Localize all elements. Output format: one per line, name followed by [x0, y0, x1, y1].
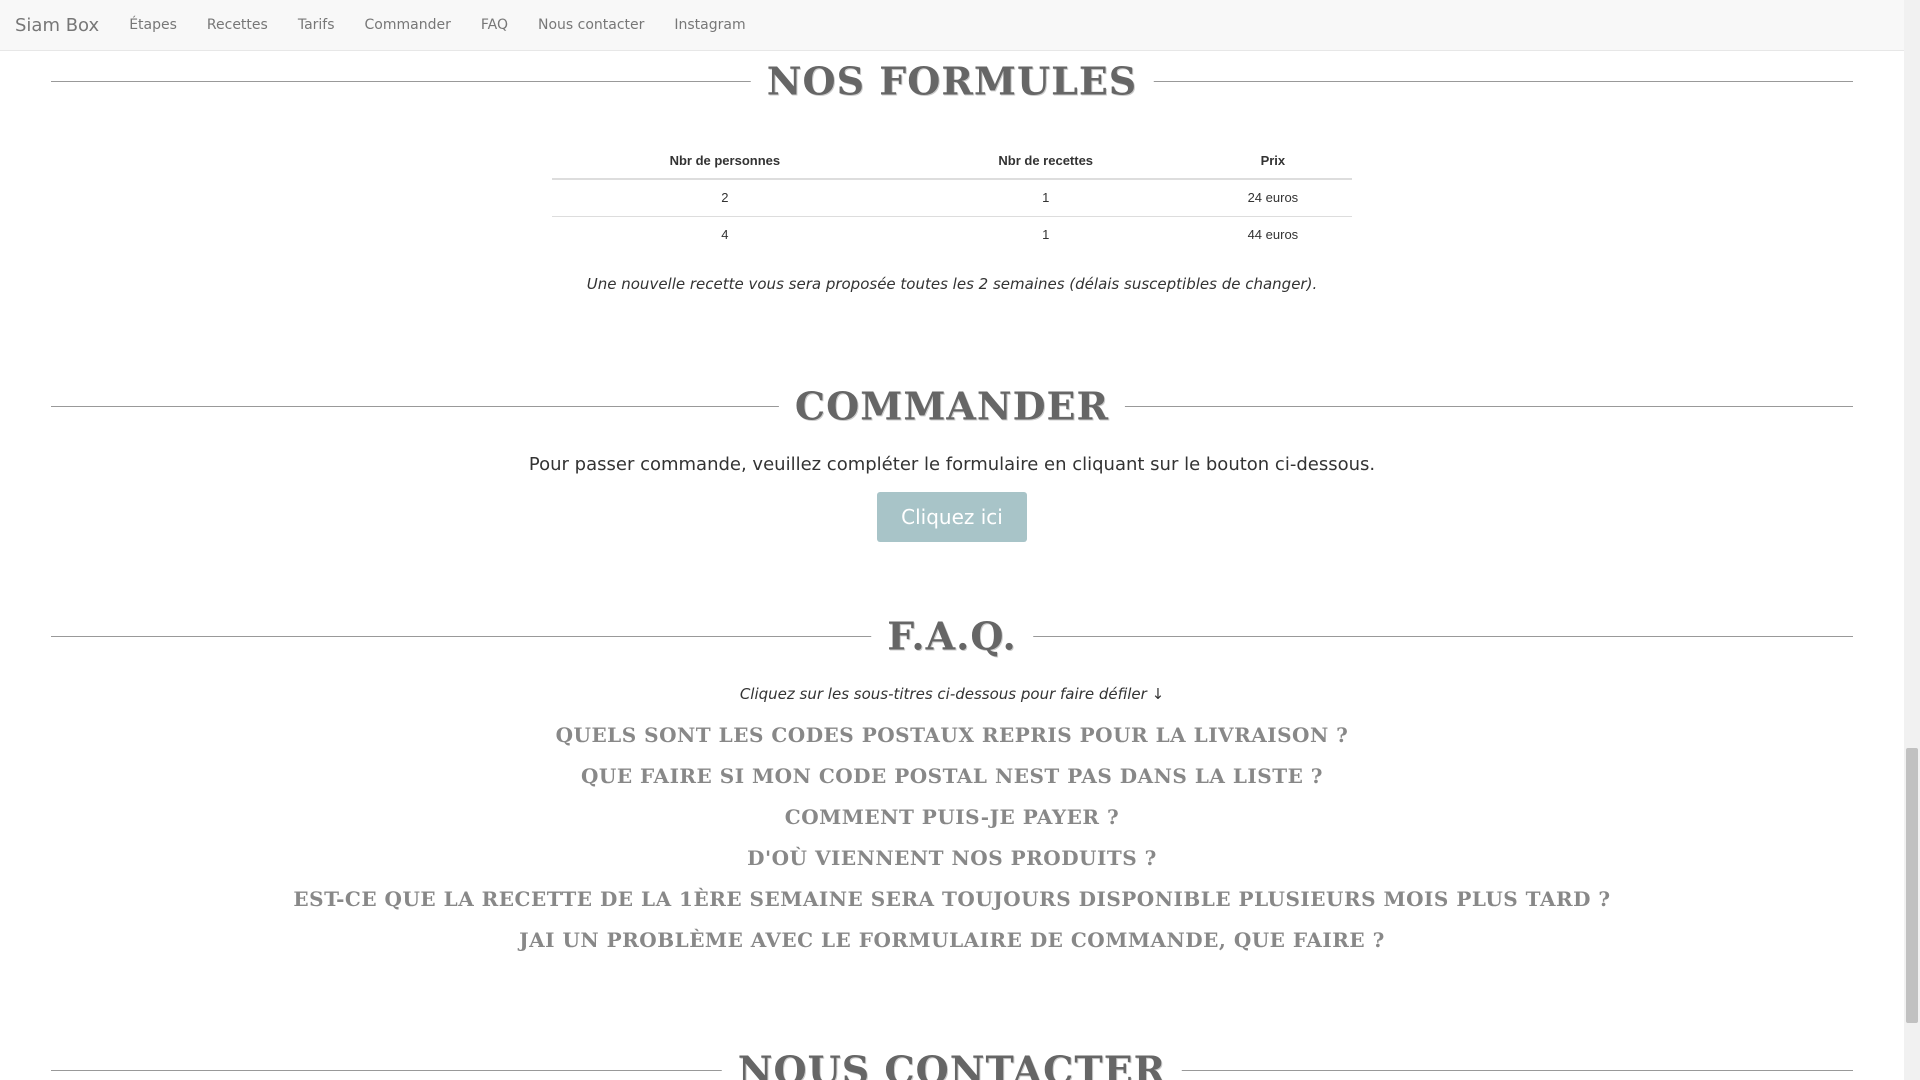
nav-link-tarifs[interactable]: Tarifs: [298, 17, 335, 33]
faq-header: F.A.Q.: [51, 606, 1853, 666]
faq-title: F.A.Q.: [871, 613, 1033, 659]
nav-link-commander[interactable]: Commander: [365, 17, 451, 33]
page-content: NOS FORMULES Nbr de personnes Nbr de rec…: [0, 51, 1904, 1080]
table-cell: 1: [1042, 227, 1050, 243]
table-header-row: Nbr de personnes Nbr de recettes Prix: [552, 142, 1352, 180]
table-cell: 44 euros: [1247, 227, 1299, 243]
faq-question-products-origin[interactable]: D'OÙ VIENNENT NOS PRODUITS ?: [0, 838, 1904, 879]
faq-question-payment[interactable]: COMMENT PUIS-JE PAYER ?: [0, 797, 1904, 838]
table-cell: 24 euros: [1193, 179, 1352, 217]
column-header-prix: Prix: [1193, 142, 1352, 180]
nav-link-recettes[interactable]: Recettes: [207, 17, 268, 33]
scrollbar-thumb[interactable]: [1906, 748, 1918, 1023]
table-row: 4 1 44 euros: [552, 216, 1352, 253]
column-header-personnes: Nbr de personnes: [552, 142, 898, 180]
contact-header: NOUS CONTACTER: [51, 1040, 1853, 1080]
table-row: 2 1 24 euros: [552, 179, 1352, 217]
formules-header: NOS FORMULES: [51, 51, 1853, 111]
formules-table: Nbr de personnes Nbr de recettes Prix 2 …: [552, 142, 1352, 253]
nav-link-faq[interactable]: FAQ: [481, 17, 508, 33]
nav-link-etapes[interactable]: Étapes: [129, 17, 177, 33]
formules-title: NOS FORMULES: [750, 58, 1154, 104]
commander-title: COMMANDER: [778, 383, 1126, 429]
faq-question-postal-not-listed[interactable]: QUE FAIRE SI MON CODE POSTAL NEST PAS DA…: [0, 756, 1904, 797]
faq-question-order-form-problem[interactable]: JAI UN PROBLÈME AVEC LE FORMULAIRE DE CO…: [0, 920, 1904, 961]
faq-question-first-week-recipe[interactable]: EST-CE QUE LA RECETTE DE LA 1ÈRE SEMAINE…: [0, 879, 1904, 920]
table-cell: 2: [552, 179, 898, 217]
navbar: Siam Box Étapes Recettes Tarifs Commande…: [0, 0, 1904, 51]
formules-note: Une nouvelle recette vous sera proposée …: [586, 275, 1318, 293]
table-cell: 1: [897, 179, 1194, 217]
column-header-recettes: Nbr de recettes: [897, 142, 1194, 180]
order-button[interactable]: Cliquez ici: [877, 492, 1027, 542]
commander-header: COMMANDER: [51, 376, 1853, 436]
faq-question-postal-codes[interactable]: QUELS SONT LES CODES POSTAUX REPRIS POUR…: [0, 715, 1904, 756]
commander-text: Pour passer commande, veuillez compléter…: [528, 454, 1376, 475]
nav-link-contact[interactable]: Nous contacter: [538, 17, 644, 33]
faq-hint: Cliquez sur les sous-titres ci-dessous p…: [739, 685, 1165, 703]
table-cell: 4: [721, 227, 729, 243]
nav-link-instagram[interactable]: Instagram: [674, 17, 745, 33]
brand-link[interactable]: Siam Box: [15, 15, 99, 36]
page-scrollbar[interactable]: [1904, 0, 1920, 1080]
faq-list: QUELS SONT LES CODES POSTAUX REPRIS POUR…: [0, 715, 1904, 961]
contact-title: NOUS CONTACTER: [721, 1047, 1183, 1080]
